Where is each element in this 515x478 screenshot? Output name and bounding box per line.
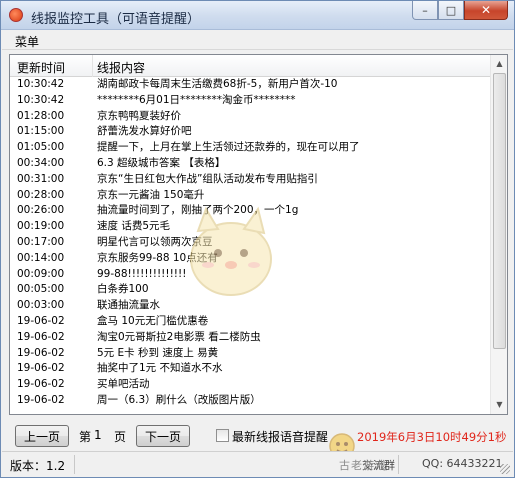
- row-time: 00:05:00: [17, 283, 65, 296]
- next-page-button[interactable]: 下一页: [136, 425, 190, 447]
- list-body: 10:30:42 湖南邮政卡每周末生活缴费68折-5，新用户首次-10 10:30:…: [10, 77, 491, 414]
- table-row[interactable]: 10:30:42 ********6月01日********淘金币********: [10, 93, 491, 109]
- row-time: 19-06-02: [17, 378, 65, 391]
- qq-number: QQ: 64433221: [422, 457, 503, 470]
- row-content: 盒马 10元无门槛优惠卷: [97, 315, 209, 327]
- table-row[interactable]: 00:28:00 京东一元酱油 150毫升: [10, 188, 491, 204]
- row-time: 19-06-02: [17, 315, 65, 327]
- table-row[interactable]: 00:19:00 速度 话费5元毛: [10, 219, 491, 235]
- window-title: 线报监控工具（可语音提醒）: [31, 12, 201, 27]
- table-row[interactable]: 19-06-02 5元 E卡 秒到 速度上 易黄: [10, 346, 491, 362]
- table-row[interactable]: 00:09:00 99-88!!!!!!!!!!!!!!: [10, 267, 491, 283]
- row-content: 速度 话费5元毛: [97, 220, 171, 233]
- table-row[interactable]: 01:15:00 舒蕾洗发水算好价吧: [10, 124, 491, 140]
- table-row[interactable]: 19-06-02 周一（6.3）刷什么（改版图片版）: [10, 393, 491, 409]
- row-content: 抽流量时间到了，刚抽了两个200，一个1g: [97, 204, 299, 217]
- resize-grip-icon[interactable]: [500, 464, 510, 474]
- maximize-button[interactable]: □: [438, 1, 464, 20]
- table-row[interactable]: 19-06-02 买单吧活动: [10, 377, 491, 393]
- row-content: 5元 E卡 秒到 速度上 易黄: [97, 346, 219, 359]
- row-content: 京东一元酱油 150毫升: [97, 188, 205, 201]
- row-time: 00:19:00: [17, 220, 65, 233]
- table-row[interactable]: 19-06-02 抽奖中了1元 不知道水不水: [10, 361, 491, 377]
- row-content: 联通抽流量水: [97, 299, 160, 312]
- prev-page-button[interactable]: 上一页: [15, 425, 69, 447]
- voice-alert-label[interactable]: 最新线报语音提醒: [232, 428, 328, 445]
- row-content: 周一（6.3）刷什么（改版图片版）: [97, 394, 261, 406]
- table-row[interactable]: 00:26:00 抽流量时间到了，刚抽了两个200，一个1g: [10, 203, 491, 219]
- row-content: 6.3 超级城市答案 【表格】: [97, 157, 226, 169]
- table-row[interactable]: 00:17:00 明星代言可以领两次京豆: [10, 235, 491, 251]
- row-time: 00:34:00: [17, 157, 65, 169]
- row-time: 19-06-02: [17, 394, 65, 406]
- row-time: 00:14:00: [17, 251, 65, 264]
- row-content: 湖南邮政卡每周末生活缴费68折-5，新用户首次-10: [97, 78, 338, 90]
- column-header-content[interactable]: 线报内容: [97, 59, 145, 76]
- page-prefix: 第: [79, 430, 92, 444]
- app-window: 线报监控工具（可语音提醒） – □ ✕ 菜单 更新时间 线报内容 10:30:4…: [0, 0, 515, 478]
- window-controls: – □ ✕: [412, 1, 508, 21]
- scroll-up-icon[interactable]: ▲: [493, 56, 506, 71]
- row-content: 京东鸭鸭夏装好价: [97, 109, 181, 122]
- table-row[interactable]: 10:30:42 湖南邮政卡每周末生活缴费68折-5，新用户首次-10: [10, 77, 491, 93]
- list-header: 更新时间 线报内容: [10, 55, 491, 77]
- row-time: 00:31:00: [17, 172, 65, 185]
- current-datetime: 2019年6月3日10时49分1秒: [357, 430, 507, 444]
- title-bar[interactable]: 线报监控工具（可语音提醒） – □ ✕: [1, 1, 514, 30]
- version-label: 版本：1.2: [10, 459, 66, 473]
- row-time: 00:09:00: [17, 267, 65, 280]
- watermark-text: 古老游戏: [339, 459, 387, 472]
- column-header-time[interactable]: 更新时间: [17, 59, 65, 76]
- news-list[interactable]: 更新时间 线报内容 10:30:42 湖南邮政卡每周末生活缴费68折-5，新用户首…: [9, 54, 508, 415]
- row-time: 19-06-02: [17, 346, 65, 359]
- row-time: 00:28:00: [17, 188, 65, 201]
- menu-item-main[interactable]: 菜单: [15, 33, 39, 50]
- row-content: 99-88!!!!!!!!!!!!!!: [97, 267, 187, 280]
- row-content: 明星代言可以领两次京豆: [97, 236, 213, 248]
- row-content: 京东“生日红包大作战”组队活动发布专用贴指引: [97, 172, 318, 185]
- status-bar: 版本：1.2 交流群 QQ: 64433221: [2, 451, 513, 477]
- row-time: 19-06-02: [17, 330, 65, 343]
- row-time: 01:15:00: [17, 125, 65, 138]
- row-time: 00:03:00: [17, 299, 65, 312]
- status-divider: [74, 455, 75, 474]
- menu-bar: 菜单: [2, 31, 513, 50]
- table-row[interactable]: 19-06-02 淘宝0元哥斯拉2电影票 看二楼防虫: [10, 330, 491, 346]
- row-content: ********6月01日********淘金币********: [97, 93, 296, 106]
- table-row[interactable]: 00:05:00 白条券100: [10, 282, 491, 298]
- column-divider[interactable]: [92, 55, 93, 77]
- status-divider: [398, 455, 399, 474]
- close-button[interactable]: ✕: [464, 1, 508, 20]
- row-content: 提醒一下，上月在掌上生活领过还款券的，现在可以用了: [97, 141, 360, 154]
- row-time: 19-06-02: [17, 362, 65, 375]
- row-content: 抽奖中了1元 不知道水不水: [97, 362, 223, 375]
- scroll-thumb[interactable]: [493, 73, 506, 349]
- table-row[interactable]: 01:05:00 提醒一下，上月在掌上生活领过还款券的，现在可以用了: [10, 140, 491, 156]
- row-content: 淘宝0元哥斯拉2电影票 看二楼防虫: [97, 330, 261, 343]
- row-time: 01:05:00: [17, 141, 65, 154]
- row-content: 白条券100: [97, 283, 149, 296]
- table-row[interactable]: 00:03:00 联通抽流量水: [10, 298, 491, 314]
- row-time: 00:17:00: [17, 236, 65, 248]
- row-content: 舒蕾洗发水算好价吧: [97, 125, 192, 138]
- row-time: 00:26:00: [17, 204, 65, 217]
- page-suffix: 页: [114, 430, 127, 444]
- app-icon: [9, 8, 23, 22]
- page-number: 1: [94, 428, 102, 442]
- table-row[interactable]: 19-06-02 盒马 10元无门槛优惠卷: [10, 314, 491, 330]
- table-row[interactable]: 00:31:00 京东“生日红包大作战”组队活动发布专用贴指引: [10, 172, 491, 188]
- table-row[interactable]: 00:14:00 京东服务99-88 10点还有: [10, 251, 491, 267]
- table-row[interactable]: 00:34:00 6.3 超级城市答案 【表格】: [10, 156, 491, 172]
- vertical-scrollbar[interactable]: ▲ ▼: [490, 55, 507, 414]
- voice-alert-checkbox[interactable]: [216, 429, 229, 442]
- row-time: 10:30:42: [17, 93, 65, 106]
- row-content: 买单吧活动: [97, 378, 150, 391]
- table-row[interactable]: 01:28:00 京东鸭鸭夏装好价: [10, 109, 491, 125]
- minimize-button[interactable]: –: [412, 1, 438, 20]
- row-content: 京东服务99-88 10点还有: [97, 251, 218, 264]
- row-time: 01:28:00: [17, 109, 65, 122]
- row-time: 10:30:42: [17, 78, 65, 90]
- scroll-down-icon[interactable]: ▼: [493, 397, 506, 412]
